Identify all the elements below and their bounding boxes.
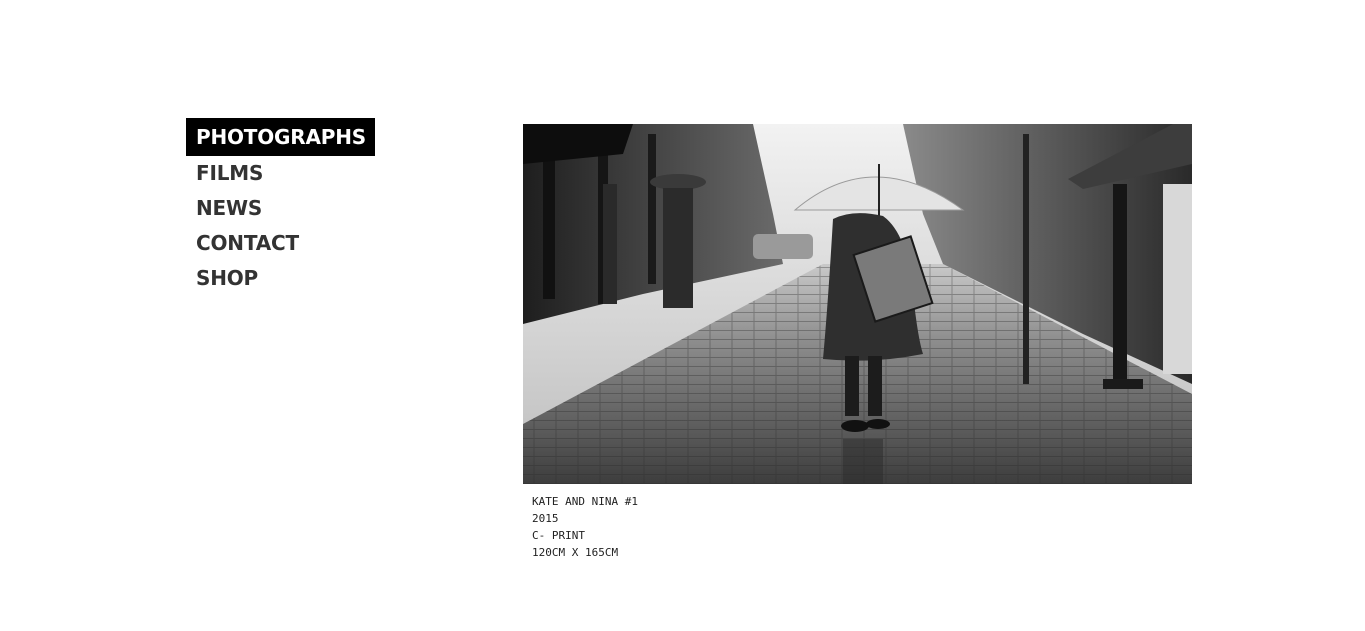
main-navigation: PHOTOGRAPHS FILMS NEWS CONTACT SHOP	[186, 118, 375, 296]
photograph-image	[523, 124, 1192, 484]
nav-item-films[interactable]: FILMS	[186, 156, 375, 191]
nav-item-photographs[interactable]: PHOTOGRAPHS	[186, 118, 375, 156]
photo-caption: KATE AND NINA #1 2015 C- PRINT 120CM X 1…	[532, 493, 638, 561]
featured-photograph[interactable]	[523, 124, 1192, 484]
nav-item-contact[interactable]: CONTACT	[186, 226, 375, 261]
photo-title: KATE AND NINA #1	[532, 495, 638, 508]
photo-year: 2015	[532, 512, 559, 525]
photo-dimensions: 120CM X 165CM	[532, 546, 619, 559]
photo-medium: C- PRINT	[532, 529, 585, 542]
nav-item-news[interactable]: NEWS	[186, 191, 375, 226]
nav-item-shop[interactable]: SHOP	[186, 261, 375, 296]
